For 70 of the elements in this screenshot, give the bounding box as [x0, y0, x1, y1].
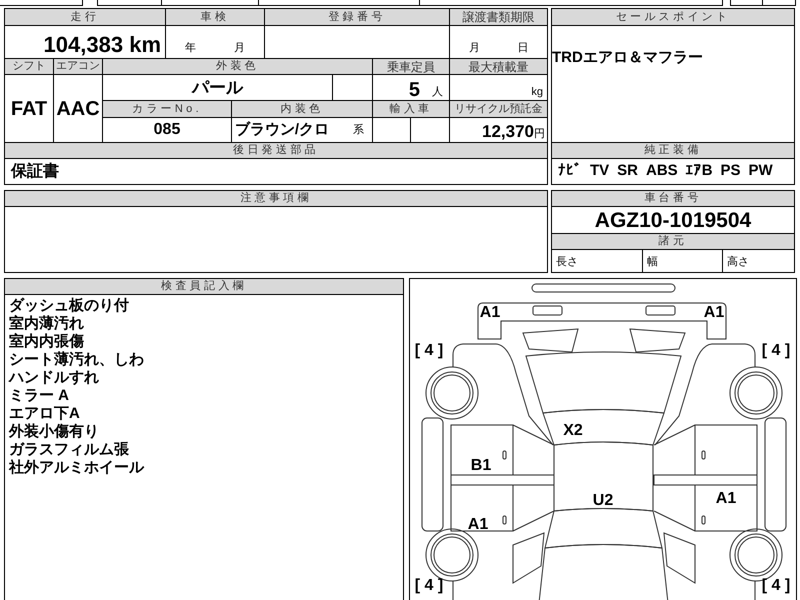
- exterior-color-value: パール: [103, 75, 332, 100]
- equipment-item: PS: [720, 161, 741, 182]
- registration-header: 登録番号: [265, 9, 449, 25]
- damage-mark: [ 4 ]: [414, 343, 444, 359]
- shift-header: シフト: [5, 59, 53, 74]
- specs-header: 諸元: [552, 234, 794, 249]
- chassis-number-header: 車台番号: [552, 191, 794, 206]
- interior-color-suffix: 系: [353, 122, 364, 138]
- max-load-header: 最大積載量: [450, 59, 547, 74]
- imported-header: 輸入車: [373, 101, 449, 117]
- inspector-note: ハンドルすれ: [9, 369, 100, 387]
- equipment-item: ABS: [646, 161, 678, 182]
- inspector-note: 社外アルミホイール: [9, 459, 146, 477]
- inspector-note: 室内薄汚れ: [9, 315, 85, 332]
- inspector-note: ミラー A: [9, 387, 70, 405]
- interior-color-value: ブラウン/クロ: [234, 120, 329, 140]
- capacity-unit: 人: [432, 84, 443, 100]
- inspector-note: 外装小傷有り: [9, 423, 100, 441]
- day-label: 日: [517, 40, 528, 56]
- damage-mark: A1: [714, 491, 738, 507]
- damage-mark: [ 4 ]: [760, 343, 792, 359]
- inspector-note: ダッシュ板のり付: [9, 297, 130, 314]
- equipment-item: ﾅﾋﾞ: [558, 161, 582, 182]
- damage-mark: A1: [702, 305, 726, 321]
- month-label: 月: [468, 40, 480, 56]
- equipment-item: SR: [617, 161, 638, 182]
- recycle-fee-unit: 円: [534, 128, 545, 142]
- capacity-value: 5: [408, 80, 420, 100]
- color-number-value: 085: [103, 118, 231, 142]
- later-parts-header: 後日発送部品: [5, 143, 547, 158]
- inspection-header: 車検: [166, 9, 264, 25]
- aircon-header: エアコン: [54, 59, 102, 74]
- inspector-notes-header: 検査員記入欄: [5, 279, 403, 294]
- spec-label: 長さ: [556, 254, 578, 270]
- spec-label: 高さ: [727, 254, 749, 270]
- equipment-item: PW: [748, 161, 773, 182]
- transfer-deadline-header: 譲渡書類期限: [450, 9, 547, 25]
- recycle-fee-header: リサイクル預託金: [450, 101, 547, 117]
- mileage-header: 走行: [5, 9, 165, 25]
- capacity-header: 乗車定員: [373, 59, 449, 74]
- inspector-note: シート薄汚れ、しわ: [9, 351, 145, 369]
- max-load-unit: kg: [531, 84, 543, 100]
- color-number-header: カラーNo.: [103, 101, 231, 117]
- later-parts-value: 保証書: [11, 161, 59, 182]
- damage-mark: [ 4 ]: [760, 578, 792, 594]
- aircon-value: AAC: [54, 75, 102, 142]
- damage-mark: X2: [562, 423, 584, 439]
- interior-color-header: 内装色: [232, 101, 372, 117]
- sales-point-header: セールスポイント: [552, 9, 794, 25]
- recycle-fee-value: 12,370: [482, 120, 534, 142]
- damage-mark: U2: [592, 493, 614, 509]
- notes-header: 注意事項欄: [5, 191, 547, 206]
- year-label: 年: [185, 40, 196, 56]
- equipment-item: ｴｱB: [686, 161, 713, 182]
- inspector-note: 室内内張傷: [9, 333, 85, 351]
- damage-mark: [ 4 ]: [414, 578, 444, 594]
- inspector-note: エアロ下A: [9, 405, 81, 423]
- mileage-value: 104,383 km: [44, 34, 161, 56]
- damage-mark: B1: [470, 458, 492, 474]
- exterior-color-header: 外装色: [103, 59, 372, 74]
- spec-label: 幅: [647, 254, 658, 270]
- equipment-item: TV: [590, 161, 610, 182]
- sales-point-value: TRDエアロ＆マフラー: [552, 49, 703, 66]
- damage-mark: A1: [478, 305, 502, 321]
- equipment-header: 純正装備: [552, 143, 794, 158]
- shift-value: FAT: [5, 75, 53, 142]
- inspector-note: ガラスフィルム張: [9, 441, 130, 459]
- month-label: 月: [234, 40, 245, 56]
- damage-mark: A1: [466, 517, 490, 533]
- chassis-number-value: AGZ10-1019504: [594, 210, 752, 230]
